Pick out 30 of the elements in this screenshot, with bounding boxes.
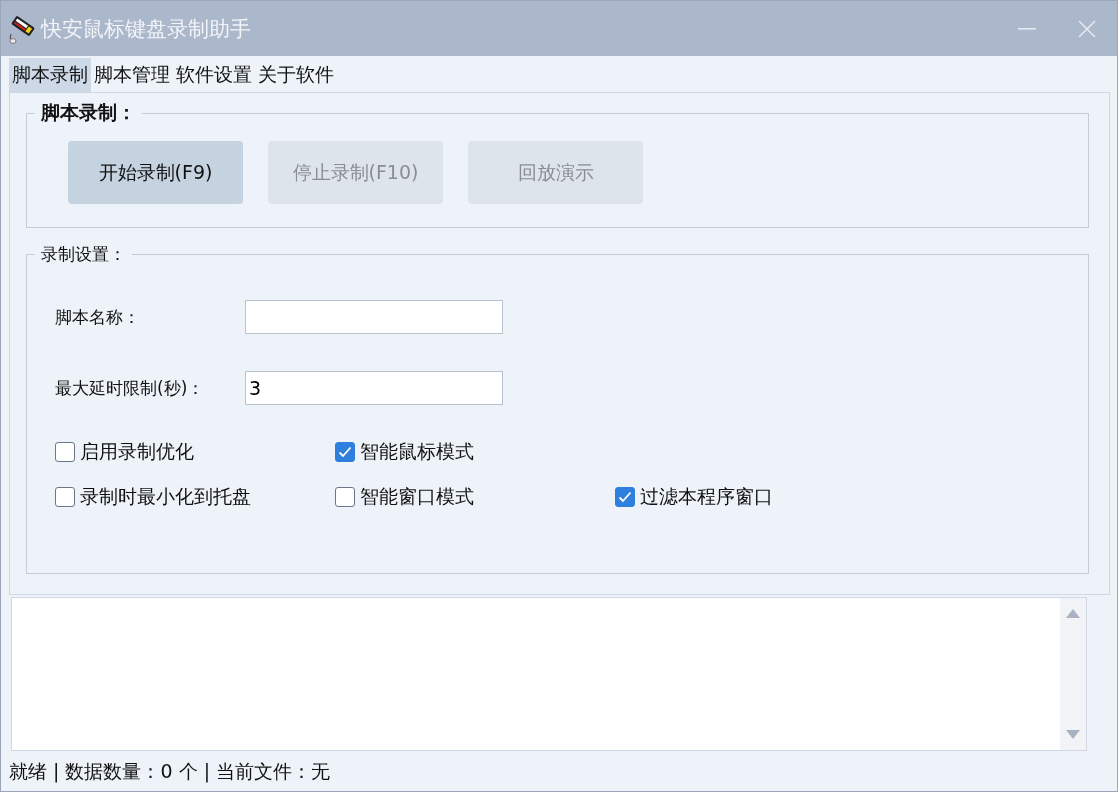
tab[interactable]: 关于软件 [255, 58, 337, 92]
checkbox-label: 过滤本程序窗口 [640, 483, 773, 509]
checkbox[interactable] [55, 486, 75, 507]
check-icon [338, 445, 352, 458]
input-field[interactable]: 3 [245, 371, 503, 405]
group-title: 录制设置： [35, 243, 132, 266]
scroll-up-icon[interactable] [1066, 608, 1080, 618]
status-text: 就绪 | 数据数量：0 个 | 当前文件：无 [8, 759, 332, 785]
tab[interactable]: 脚本录制 [9, 58, 91, 92]
checkbox-label: 智能鼠标模式 [360, 438, 474, 464]
window-title: 快安鼠标键盘录制助手 [41, 15, 252, 43]
checkbox-label: 启用录制优化 [80, 438, 194, 464]
checkbox[interactable] [335, 441, 355, 462]
field-label: 最大延时限制(秒)： [55, 376, 206, 400]
input-field[interactable] [245, 300, 503, 334]
checkbox[interactable] [615, 486, 635, 507]
check-icon [618, 490, 632, 503]
checkbox[interactable] [55, 441, 75, 462]
checkbox[interactable] [335, 486, 355, 507]
action-button[interactable]: 开始录制(F9) [68, 141, 243, 204]
close-icon[interactable] [1078, 19, 1096, 38]
field-label: 脚本名称： [55, 305, 141, 329]
minimize-icon[interactable] [1018, 27, 1036, 30]
scroll-down-icon[interactable] [1066, 730, 1080, 740]
checkbox-label: 智能窗口模式 [360, 483, 474, 509]
tab[interactable]: 脚本管理 [91, 58, 173, 92]
tab[interactable]: 软件设置 [173, 58, 255, 92]
checkbox-label: 录制时最小化到托盘 [80, 483, 251, 509]
scrollbar[interactable] [1060, 598, 1086, 750]
keyboard-mouse-icon [7, 13, 35, 44]
